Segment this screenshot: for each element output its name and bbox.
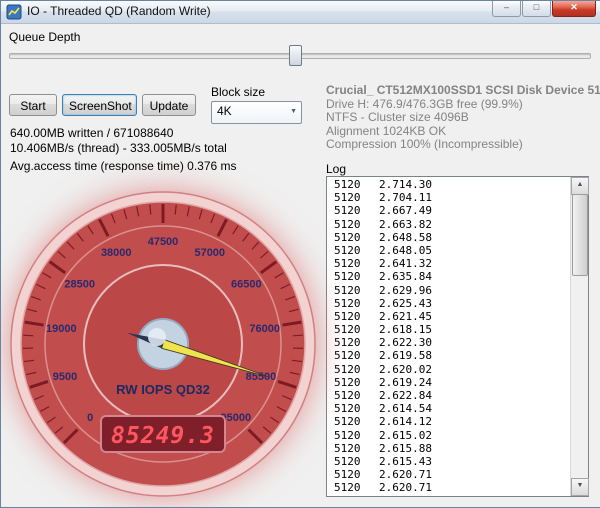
- log-row[interactable]: 51202.629.96: [334, 284, 571, 297]
- queue-depth-slider[interactable]: [9, 43, 591, 67]
- log-label: Log: [326, 162, 346, 176]
- log-row[interactable]: 51202.615.43: [334, 455, 571, 468]
- hub-highlight: [148, 328, 166, 346]
- lcd-value: 85249.3: [111, 423, 215, 449]
- scroll-down-icon[interactable]: ▼: [571, 478, 589, 496]
- drive-capacity: Drive H: 476.9/476.3GB free (99.9%): [326, 98, 600, 112]
- chevron-down-icon[interactable]: ▼: [290, 102, 297, 121]
- access-time-stat: Avg.access time (response time) 0.376 ms: [10, 159, 237, 174]
- log-row[interactable]: 51202.619.58: [334, 349, 571, 362]
- log-row[interactable]: 51202.641.32: [334, 257, 571, 270]
- block-size-dropdown[interactable]: 4K ▼: [211, 101, 302, 124]
- maximize-button[interactable]: □: [522, 1, 551, 17]
- log-listbox[interactable]: 51202.714.3051202.704.1151202.667.495120…: [326, 176, 589, 497]
- gauge-title: RW IOPS QD32: [116, 382, 210, 397]
- log-row[interactable]: 51202.618.15: [334, 323, 571, 336]
- block-size-value: 4K: [217, 104, 232, 118]
- screenshot-button[interactable]: ScreenShot: [62, 94, 137, 116]
- start-button[interactable]: Start: [9, 94, 57, 116]
- log-row[interactable]: 51202.619.24: [334, 376, 571, 389]
- drive-filesystem: NTFS - Cluster size 4096B: [326, 111, 600, 125]
- queue-depth-label: Queue Depth: [9, 30, 80, 44]
- gauge-scale-number: 76000: [249, 323, 280, 335]
- gauge-scale-number: 66500: [231, 278, 262, 290]
- log-row[interactable]: 51202.621.45: [334, 310, 571, 323]
- log-row[interactable]: 51202.620.02: [334, 363, 571, 376]
- drive-compression: Compression 100% (Incompressible): [326, 138, 600, 152]
- window-controls: – □ ✕: [491, 1, 596, 17]
- log-row[interactable]: 51202.615.02: [334, 429, 571, 442]
- log-rows: 51202.714.3051202.704.1151202.667.495120…: [327, 178, 571, 496]
- drive-alignment: Alignment 1024KB OK: [326, 125, 600, 139]
- scrollbar-thumb[interactable]: [572, 194, 588, 276]
- gauge-scale-number: 47500: [148, 236, 179, 248]
- minor-tick: [23, 335, 33, 336]
- log-row[interactable]: 51202.620.71: [334, 468, 571, 481]
- log-row[interactable]: 51202.648.58: [334, 231, 571, 244]
- log-row[interactable]: 51202.622.30: [334, 336, 571, 349]
- title-bar[interactable]: IO - Threaded QD (Random Write) – □ ✕: [1, 1, 600, 24]
- log-row[interactable]: 51202.614.54: [334, 402, 571, 415]
- gauge-scale-number: 28500: [64, 278, 95, 290]
- close-button[interactable]: ✕: [552, 1, 596, 17]
- update-button[interactable]: Update: [142, 94, 196, 116]
- iops-gauge: 0 9500 19000 28500 38000 47500 57000 66500 76000…: [7, 187, 319, 501]
- log-scrollbar[interactable]: ▲ ▼: [570, 177, 588, 496]
- log-row[interactable]: 51202.663.82: [334, 218, 571, 231]
- log-row[interactable]: 51202.648.05: [334, 244, 571, 257]
- scroll-up-icon[interactable]: ▲: [571, 177, 589, 195]
- app-icon[interactable]: [6, 4, 22, 20]
- minor-tick: [293, 335, 303, 336]
- drive-info-panel: Crucial_ CT512MX100SSD1 SCSI Disk Device…: [326, 84, 600, 152]
- log-row[interactable]: 51202.714.30: [334, 178, 571, 191]
- gauge-scale-number: 38000: [101, 247, 132, 259]
- log-row[interactable]: 51202.625.43: [334, 297, 571, 310]
- log-row[interactable]: 51202.704.11: [334, 191, 571, 204]
- log-row[interactable]: 51202.620.71: [334, 481, 571, 494]
- log-row[interactable]: 51202.667.49: [334, 204, 571, 217]
- minimize-button[interactable]: –: [492, 1, 521, 17]
- stats-panel: 640.00MB written / 671088640 10.406MB/s …: [10, 126, 237, 174]
- log-row[interactable]: 51202.622.84: [334, 389, 571, 402]
- app-window: IO - Threaded QD (Random Write) – □ ✕ Qu…: [0, 0, 600, 508]
- throughput-stat: 10.406MB/s (thread) - 333.005MB/s total: [10, 141, 237, 156]
- gauge-scale-number: 19000: [46, 323, 77, 335]
- log-row[interactable]: 51202.614.12: [334, 415, 571, 428]
- drive-model: Crucial_ CT512MX100SSD1 SCSI Disk Device…: [326, 84, 600, 98]
- gauge-scale-number: 9500: [53, 371, 77, 383]
- block-size-label: Block size: [211, 85, 265, 99]
- log-row[interactable]: 51202.615.88: [334, 442, 571, 455]
- written-stat: 640.00MB written / 671088640: [10, 126, 237, 141]
- gauge-scale-number: 57000: [194, 247, 225, 259]
- gauge-scale-number: 0: [87, 412, 93, 424]
- gauge-scale-number: 85500: [246, 371, 277, 383]
- client-area: Queue Depth Start ScreenShot Update Bloc…: [1, 23, 600, 507]
- window-title: IO - Threaded QD (Random Write): [27, 1, 211, 22]
- log-row[interactable]: 51202.635.84: [334, 270, 571, 283]
- slider-thumb[interactable]: [289, 45, 302, 66]
